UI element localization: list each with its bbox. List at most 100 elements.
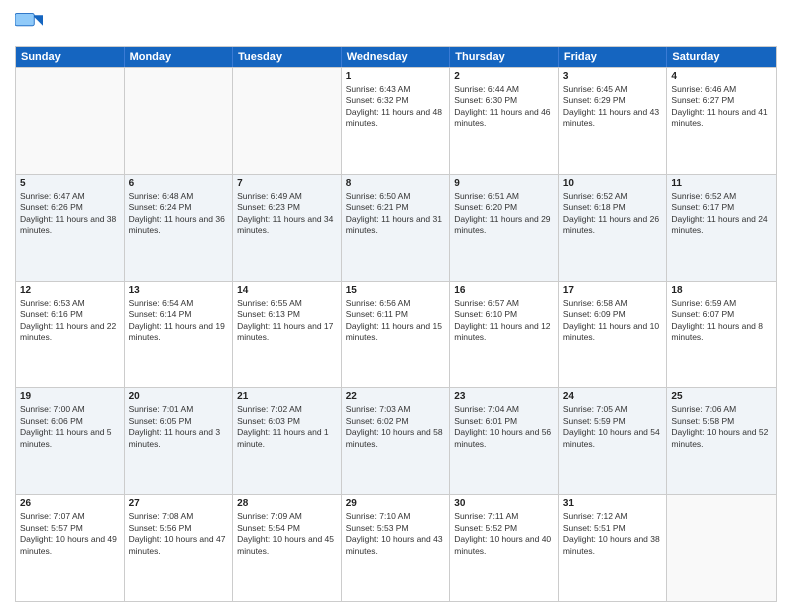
cal-header-friday: Friday bbox=[559, 47, 668, 67]
cal-cell-day-20: 20 Sunrise: 7:01 AMSunset: 6:05 PMDayligh… bbox=[125, 388, 234, 494]
cal-cell-day-2: 2Sunrise: 6:44 AMSunset: 6:30 PMDaylight… bbox=[450, 68, 559, 174]
cal-cell-empty bbox=[667, 495, 776, 601]
day-number: 14 bbox=[237, 285, 337, 296]
day-number: 28 bbox=[237, 498, 337, 509]
day-number: 3 bbox=[563, 71, 663, 82]
cal-cell-day-14: 14 Sunrise: 6:55 AMSunset: 6:13 PMDayligh… bbox=[233, 282, 342, 388]
day-number: 1 bbox=[346, 71, 446, 82]
cal-cell-day-25: 25 Sunrise: 7:06 AMSunset: 5:58 PMDayligh… bbox=[667, 388, 776, 494]
day-info: Sunrise: 7:05 AMSunset: 5:59 PMDaylight:… bbox=[563, 404, 663, 450]
day-number: 12 bbox=[20, 285, 120, 296]
day-info: Sunrise: 7:09 AMSunset: 5:54 PMDaylight:… bbox=[237, 511, 337, 557]
day-number: 8 bbox=[346, 178, 446, 189]
day-info: Sunrise: 6:58 AMSunset: 6:09 PMDaylight:… bbox=[563, 298, 663, 344]
cal-cell-day-29: 29 Sunrise: 7:10 AMSunset: 5:53 PMDayligh… bbox=[342, 495, 451, 601]
logo-icon bbox=[15, 10, 43, 38]
day-info: Sunrise: 7:07 AMSunset: 5:57 PMDaylight:… bbox=[20, 511, 120, 557]
day-info: Sunrise: 7:11 AMSunset: 5:52 PMDaylight:… bbox=[454, 511, 554, 557]
calendar-header-row: SundayMondayTuesdayWednesdayThursdayFrid… bbox=[16, 47, 776, 67]
cal-cell-day-9: 9 Sunrise: 6:51 AMSunset: 6:20 PMDaylight… bbox=[450, 175, 559, 281]
cal-cell-day-23: 23Sunrise: 7:04 AMSunset: 6:01 PMDayligh… bbox=[450, 388, 559, 494]
cal-cell-empty bbox=[16, 68, 125, 174]
day-number: 18 bbox=[671, 285, 772, 296]
cal-cell-day-22: 22 Sunrise: 7:03 AMSunset: 6:02 PMDayligh… bbox=[342, 388, 451, 494]
day-number: 11 bbox=[671, 178, 772, 189]
day-number: 26 bbox=[20, 498, 120, 509]
cal-cell-day-18: 18 Sunrise: 6:59 AMSunset: 6:07 PMDayligh… bbox=[667, 282, 776, 388]
day-info: Sunrise: 7:06 AMSunset: 5:58 PMDaylight:… bbox=[671, 404, 772, 450]
cal-row-0: 1 Sunrise: 6:43 AMSunset: 6:32 PMDaylight… bbox=[16, 67, 776, 174]
cal-cell-day-21: 21Sunrise: 7:02 AMSunset: 6:03 PMDayligh… bbox=[233, 388, 342, 494]
cal-header-monday: Monday bbox=[125, 47, 234, 67]
day-number: 6 bbox=[129, 178, 229, 189]
day-info: Sunrise: 7:03 AMSunset: 6:02 PMDaylight:… bbox=[346, 404, 446, 450]
cal-header-tuesday: Tuesday bbox=[233, 47, 342, 67]
day-info: Sunrise: 6:51 AMSunset: 6:20 PMDaylight:… bbox=[454, 191, 554, 237]
cal-cell-day-11: 11Sunrise: 6:52 AMSunset: 6:17 PMDayligh… bbox=[667, 175, 776, 281]
header bbox=[15, 10, 777, 38]
cal-cell-day-3: 3 Sunrise: 6:45 AMSunset: 6:29 PMDaylight… bbox=[559, 68, 668, 174]
day-info: Sunrise: 7:08 AMSunset: 5:56 PMDaylight:… bbox=[129, 511, 229, 557]
cal-cell-day-7: 7 Sunrise: 6:49 AMSunset: 6:23 PMDaylight… bbox=[233, 175, 342, 281]
day-info: Sunrise: 7:12 AMSunset: 5:51 PMDaylight:… bbox=[563, 511, 663, 557]
day-info: Sunrise: 6:45 AMSunset: 6:29 PMDaylight:… bbox=[563, 84, 663, 130]
day-info: Sunrise: 6:49 AMSunset: 6:23 PMDaylight:… bbox=[237, 191, 337, 237]
day-info: Sunrise: 6:43 AMSunset: 6:32 PMDaylight:… bbox=[346, 84, 446, 130]
day-info: Sunrise: 6:47 AMSunset: 6:26 PMDaylight:… bbox=[20, 191, 120, 237]
page: SundayMondayTuesdayWednesdayThursdayFrid… bbox=[0, 0, 792, 612]
day-info: Sunrise: 7:01 AMSunset: 6:05 PMDaylight:… bbox=[129, 404, 229, 450]
day-number: 9 bbox=[454, 178, 554, 189]
calendar: SundayMondayTuesdayWednesdayThursdayFrid… bbox=[15, 46, 777, 602]
day-number: 29 bbox=[346, 498, 446, 509]
day-number: 27 bbox=[129, 498, 229, 509]
cal-cell-day-16: 16Sunrise: 6:57 AMSunset: 6:10 PMDayligh… bbox=[450, 282, 559, 388]
cal-cell-day-12: 12Sunrise: 6:53 AMSunset: 6:16 PMDayligh… bbox=[16, 282, 125, 388]
cal-cell-day-30: 30Sunrise: 7:11 AMSunset: 5:52 PMDayligh… bbox=[450, 495, 559, 601]
logo bbox=[15, 10, 47, 38]
cal-cell-day-4: 4Sunrise: 6:46 AMSunset: 6:27 PMDaylight… bbox=[667, 68, 776, 174]
day-info: Sunrise: 6:52 AMSunset: 6:18 PMDaylight:… bbox=[563, 191, 663, 237]
day-info: Sunrise: 7:02 AMSunset: 6:03 PMDaylight:… bbox=[237, 404, 337, 450]
cal-cell-empty bbox=[125, 68, 234, 174]
day-number: 19 bbox=[20, 391, 120, 402]
cal-row-3: 19Sunrise: 7:00 AMSunset: 6:06 PMDayligh… bbox=[16, 387, 776, 494]
day-number: 20 bbox=[129, 391, 229, 402]
cal-cell-empty bbox=[233, 68, 342, 174]
cal-row-1: 5 Sunrise: 6:47 AMSunset: 6:26 PMDaylight… bbox=[16, 174, 776, 281]
cal-cell-day-13: 13 Sunrise: 6:54 AMSunset: 6:14 PMDayligh… bbox=[125, 282, 234, 388]
cal-cell-day-24: 24Sunrise: 7:05 AMSunset: 5:59 PMDayligh… bbox=[559, 388, 668, 494]
cal-header-saturday: Saturday bbox=[667, 47, 776, 67]
cal-cell-day-15: 15 Sunrise: 6:56 AMSunset: 6:11 PMDayligh… bbox=[342, 282, 451, 388]
day-info: Sunrise: 6:54 AMSunset: 6:14 PMDaylight:… bbox=[129, 298, 229, 344]
day-number: 17 bbox=[563, 285, 663, 296]
cal-cell-day-26: 26 Sunrise: 7:07 AMSunset: 5:57 PMDayligh… bbox=[16, 495, 125, 601]
cal-cell-day-10: 10 Sunrise: 6:52 AMSunset: 6:18 PMDayligh… bbox=[559, 175, 668, 281]
day-number: 10 bbox=[563, 178, 663, 189]
day-number: 13 bbox=[129, 285, 229, 296]
day-info: Sunrise: 6:50 AMSunset: 6:21 PMDaylight:… bbox=[346, 191, 446, 237]
day-number: 15 bbox=[346, 285, 446, 296]
cal-header-wednesday: Wednesday bbox=[342, 47, 451, 67]
cal-cell-day-28: 28 Sunrise: 7:09 AMSunset: 5:54 PMDayligh… bbox=[233, 495, 342, 601]
cal-cell-day-19: 19Sunrise: 7:00 AMSunset: 6:06 PMDayligh… bbox=[16, 388, 125, 494]
day-number: 16 bbox=[454, 285, 554, 296]
day-info: Sunrise: 7:10 AMSunset: 5:53 PMDaylight:… bbox=[346, 511, 446, 557]
day-number: 22 bbox=[346, 391, 446, 402]
day-number: 31 bbox=[563, 498, 663, 509]
cal-cell-day-8: 8 Sunrise: 6:50 AMSunset: 6:21 PMDaylight… bbox=[342, 175, 451, 281]
day-info: Sunrise: 6:46 AMSunset: 6:27 PMDaylight:… bbox=[671, 84, 772, 130]
day-info: Sunrise: 6:44 AMSunset: 6:30 PMDaylight:… bbox=[454, 84, 554, 130]
cal-row-4: 26 Sunrise: 7:07 AMSunset: 5:57 PMDayligh… bbox=[16, 494, 776, 601]
cal-row-2: 12Sunrise: 6:53 AMSunset: 6:16 PMDayligh… bbox=[16, 281, 776, 388]
day-number: 23 bbox=[454, 391, 554, 402]
calendar-body: 1 Sunrise: 6:43 AMSunset: 6:32 PMDaylight… bbox=[16, 67, 776, 601]
day-info: Sunrise: 6:55 AMSunset: 6:13 PMDaylight:… bbox=[237, 298, 337, 344]
day-number: 5 bbox=[20, 178, 120, 189]
cal-cell-day-1: 1 Sunrise: 6:43 AMSunset: 6:32 PMDaylight… bbox=[342, 68, 451, 174]
cal-header-sunday: Sunday bbox=[16, 47, 125, 67]
cal-cell-day-6: 6Sunrise: 6:48 AMSunset: 6:24 PMDaylight… bbox=[125, 175, 234, 281]
day-number: 25 bbox=[671, 391, 772, 402]
day-info: Sunrise: 6:56 AMSunset: 6:11 PMDaylight:… bbox=[346, 298, 446, 344]
day-number: 7 bbox=[237, 178, 337, 189]
day-info: Sunrise: 6:59 AMSunset: 6:07 PMDaylight:… bbox=[671, 298, 772, 344]
